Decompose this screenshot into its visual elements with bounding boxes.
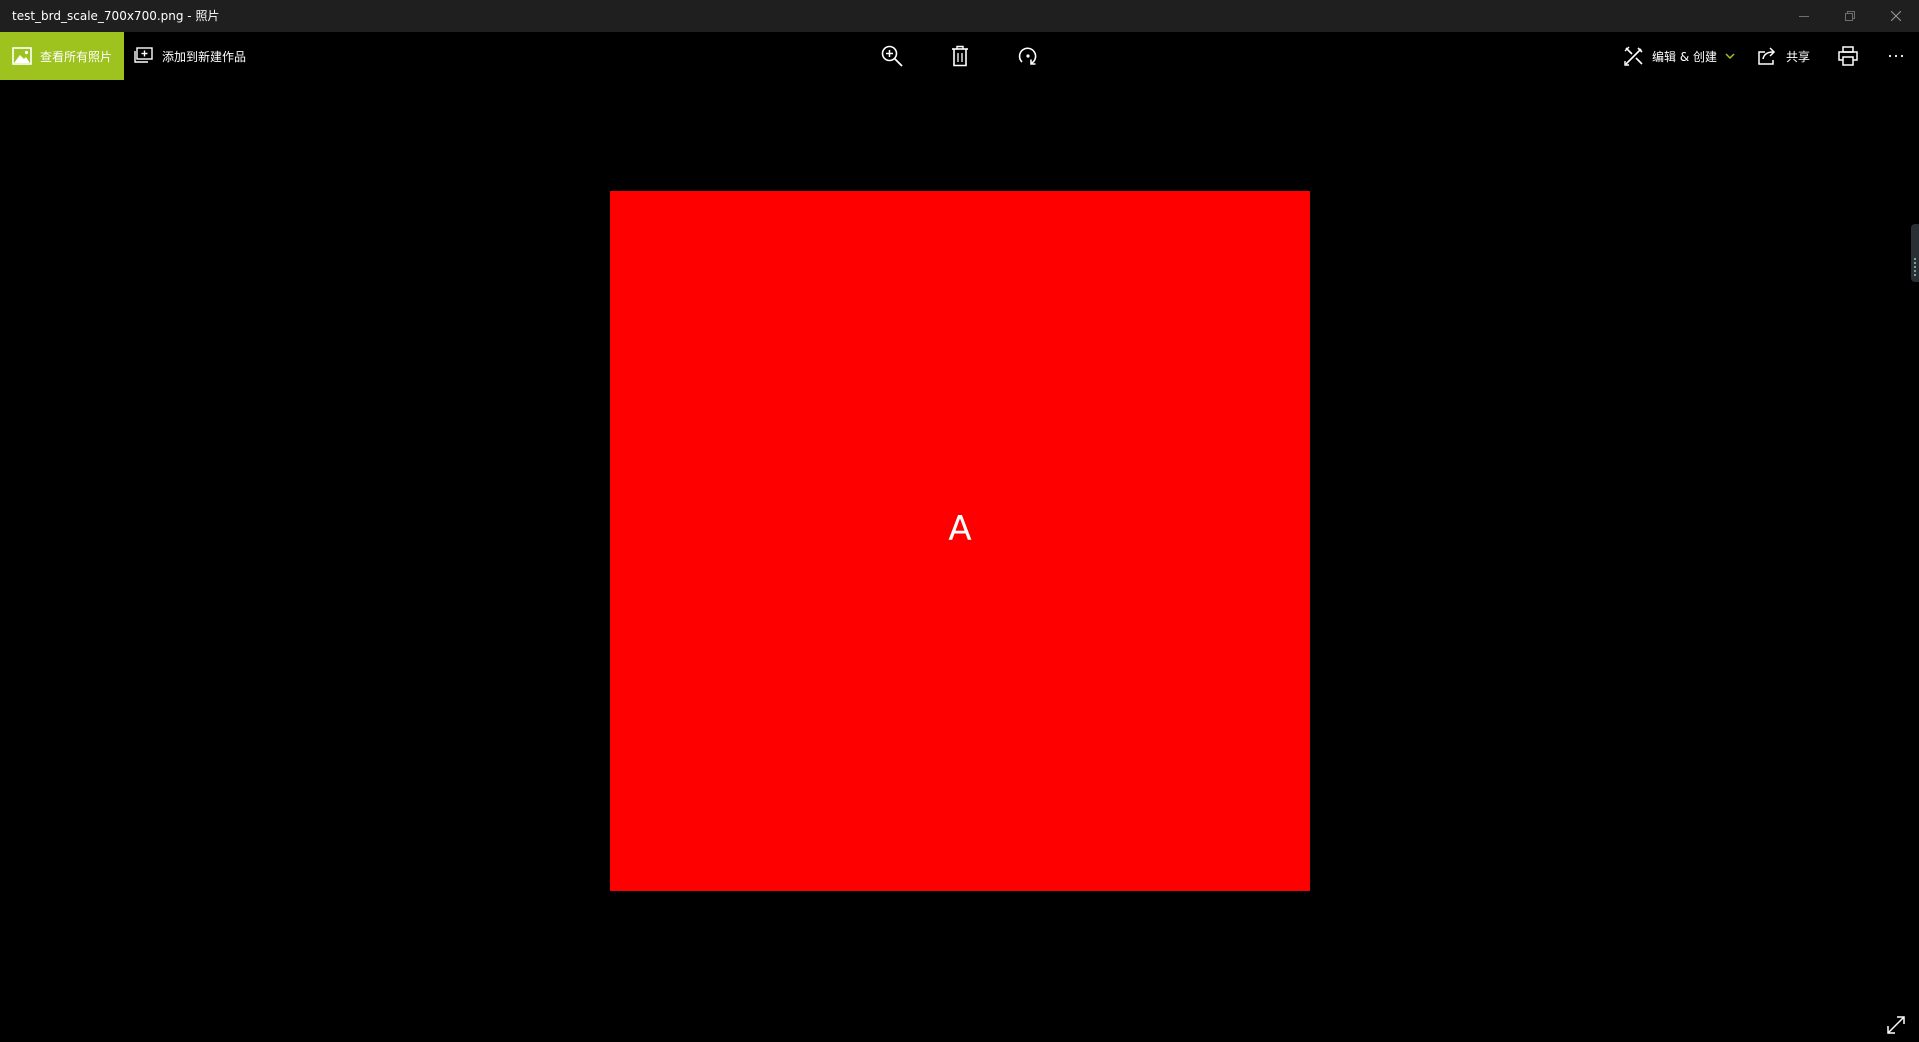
edit-create-label: 编辑 & 创建: [1652, 49, 1717, 64]
image-viewer[interactable]: A: [0, 80, 1919, 1042]
print-icon: [1838, 46, 1858, 66]
close-button[interactable]: [1873, 0, 1919, 32]
delete-icon: [952, 45, 968, 67]
zoom-in-icon: [881, 45, 903, 67]
restore-icon: [1845, 11, 1855, 21]
rotate-button[interactable]: [1006, 32, 1050, 80]
more-icon: [1888, 54, 1904, 58]
edit-create-button[interactable]: 编辑 & 创建: [1624, 32, 1735, 80]
more-options-button[interactable]: [1874, 32, 1918, 80]
title-bar: test_brd_scale_700x700.png - 照片: [0, 0, 1919, 32]
photos-app-window: test_brd_scale_700x700.png - 照片 查看所有照片 添…: [0, 0, 1919, 1042]
fullscreen-button[interactable]: [1880, 1009, 1912, 1041]
photo-letter: A: [948, 509, 972, 549]
command-bar: 查看所有照片 添加到新建作品 编辑 & 创建 共享: [0, 32, 1919, 80]
grip-icon: [1914, 258, 1916, 276]
share-label: 共享: [1786, 49, 1811, 64]
zoom-button[interactable]: [870, 32, 914, 80]
displayed-photo[interactable]: A: [610, 191, 1310, 891]
add-to-creation-icon: [134, 47, 153, 63]
print-button[interactable]: [1826, 32, 1870, 80]
add-to-creation-label: 添加到新建作品: [162, 49, 247, 64]
view-all-photos-label: 查看所有照片: [40, 49, 113, 64]
close-icon: [1891, 11, 1901, 21]
restore-button[interactable]: [1827, 0, 1873, 32]
share-icon: [1758, 47, 1776, 65]
delete-button[interactable]: [938, 32, 982, 80]
minimize-button[interactable]: [1781, 0, 1827, 32]
add-to-creation-button[interactable]: 添加到新建作品: [134, 32, 246, 80]
rotate-icon: [1018, 47, 1037, 65]
fullscreen-icon: [1887, 1016, 1905, 1034]
chevron-down-icon: [1725, 53, 1735, 59]
film-strip-handle[interactable]: [1911, 224, 1919, 282]
photos-gallery-icon: [12, 47, 32, 65]
view-all-photos-button[interactable]: 查看所有照片: [0, 32, 124, 80]
minimize-icon: [1799, 16, 1809, 17]
share-button[interactable]: 共享: [1758, 32, 1810, 80]
edit-create-icon: [1624, 46, 1643, 66]
window-title: test_brd_scale_700x700.png - 照片: [12, 9, 220, 23]
